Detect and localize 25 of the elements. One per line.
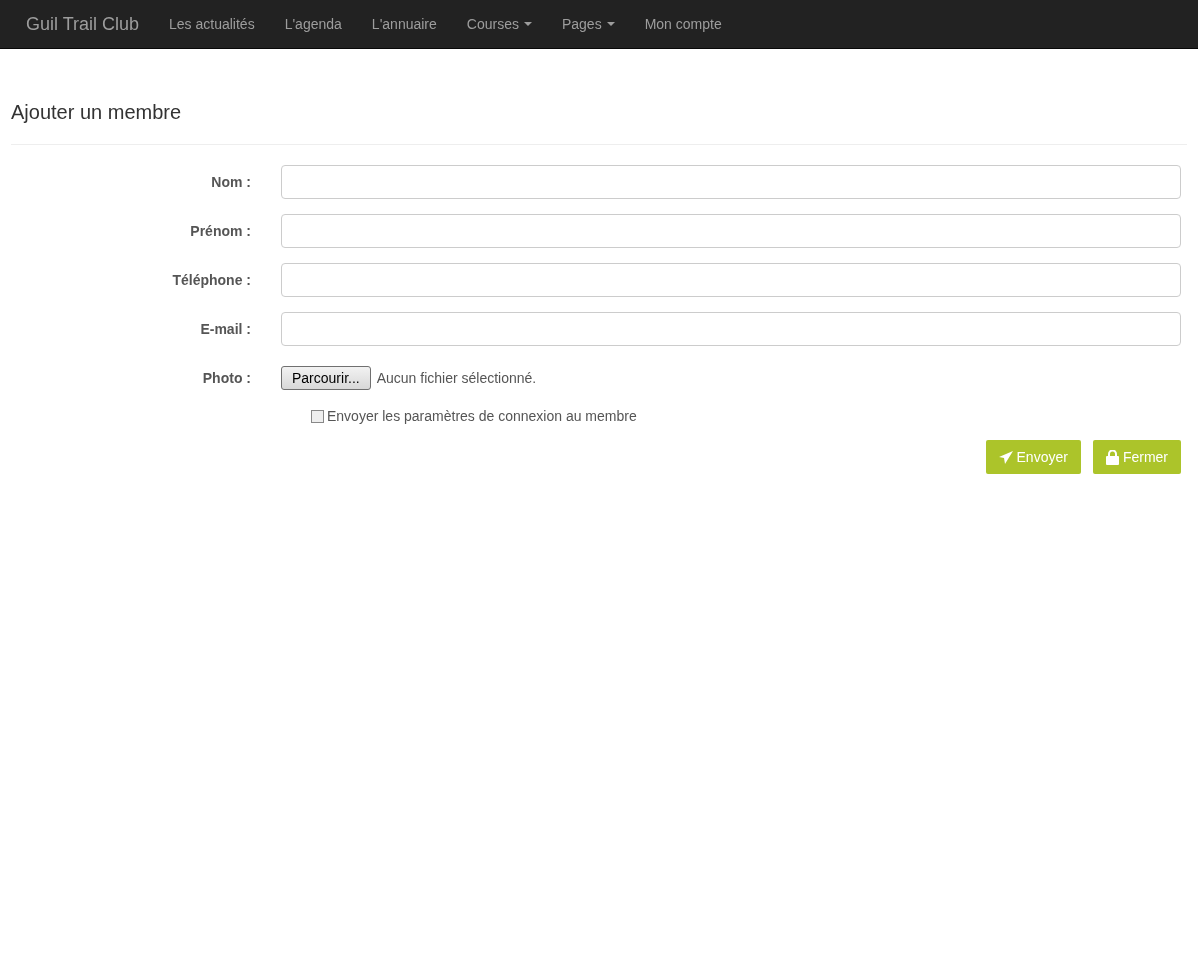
brand-link[interactable]: Guil Trail Club [26,10,140,38]
input-field[interactable] [281,214,1181,248]
checkbox[interactable] [311,410,324,423]
input-field[interactable] [281,165,1181,199]
nav-link[interactable]: Courses [451,13,547,35]
page-title: Ajouter un membre [11,97,1187,145]
caret-icon [523,22,532,26]
input-field[interactable] [281,263,1181,297]
paper-plane-icon [998,450,1013,464]
field-label: Prénom : [190,222,251,239]
lock-icon [1105,449,1119,465]
caret-icon [606,22,615,26]
checkbox-label: Envoyer les paramètres de connexion au membre [327,407,637,426]
input-field[interactable] [281,312,1181,346]
nav-link[interactable]: L'agenda [269,13,357,35]
file-status: Aucun fichier sélectionné. [376,368,537,388]
field-label: E-mail : [200,320,251,337]
nav-link[interactable]: Mon compte [629,13,737,35]
browse-button[interactable]: Parcourir... [281,366,371,390]
field-label: Téléphone : [172,271,251,288]
field-label: Nom : [211,173,251,190]
nav-link[interactable]: Pages [546,13,630,35]
nav-link[interactable]: Les actualités [154,13,270,35]
nav-link[interactable]: L'annuaire [356,13,452,35]
field-label: Photo : [202,369,251,386]
